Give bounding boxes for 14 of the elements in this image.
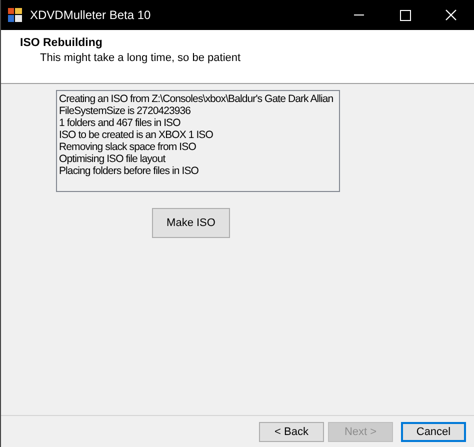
window-title: XDVDMulleter Beta 10: [30, 8, 152, 22]
make-iso-button[interactable]: Make ISO: [152, 208, 230, 238]
log-line: Creating an ISO from Z:\Consoles\xbox\Baldur's Gate Dark Allian: [59, 93, 334, 105]
page-subtitle: This might take a long time, so be patient: [40, 52, 242, 64]
log-line: FileSystemSize is 2720423936: [59, 105, 192, 117]
log-line: Optimising ISO file layout: [59, 153, 167, 165]
log-line: Removing slack space from ISO: [59, 141, 197, 153]
page-title: ISO Rebuilding: [20, 37, 104, 49]
log-line: 1 folders and 467 files in ISO: [59, 117, 182, 129]
log-line: ISO to be created is an XBOX 1 ISO: [59, 129, 214, 141]
wizard-button[interactable]: Cancel: [401, 422, 466, 442]
app-icon: [7, 7, 23, 23]
log-line: Placing folders before files in ISO: [59, 165, 200, 177]
wizard-button[interactable]: < Back: [259, 422, 324, 442]
